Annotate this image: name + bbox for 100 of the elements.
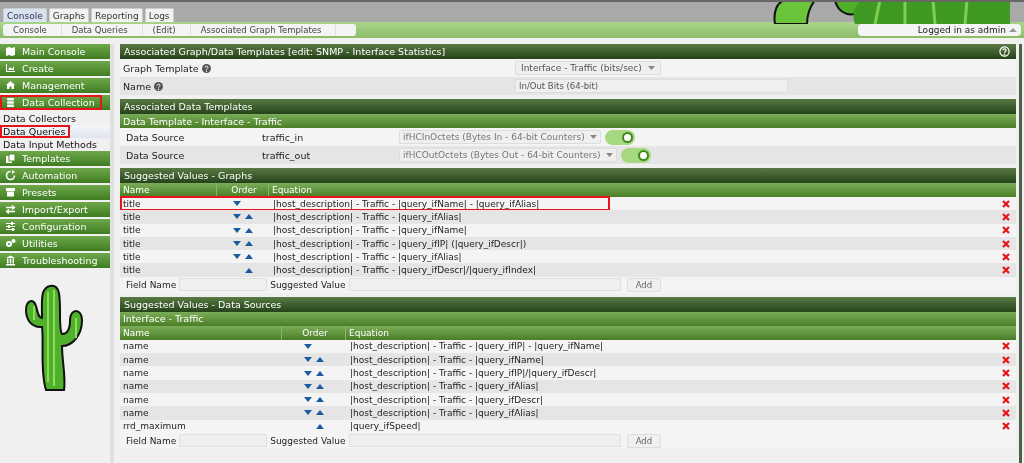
move-up-icon[interactable] [245,241,253,247]
nav-tab[interactable]: Reporting [91,8,143,22]
chart-icon [5,63,16,74]
table-cell-text: |host_description| - Traffic - |query_ifAlias| [272,211,463,222]
table-cell-text: title [122,198,142,209]
breadcrumb-link[interactable]: Data Queries [61,25,143,35]
move-up-icon[interactable] [316,410,324,416]
delete-icon[interactable] [1002,199,1010,208]
menu-section[interactable]: Configuration [0,219,110,234]
delete-icon[interactable] [1002,252,1010,261]
menu-item[interactable]: Data Queries [0,125,110,138]
move-down-icon[interactable] [233,201,241,207]
add-button[interactable]: Add [626,277,662,292]
field-label: Name [123,80,152,92]
dropdown[interactable]: ifHCOutOctets (Bytes Out - 64-bit Counters) [399,148,617,162]
toggle-switch[interactable] [604,129,635,145]
caret-icon [1009,27,1017,33]
dropdown[interactable]: ifHCInOctets (Bytes In - 64-bit Counters) [399,130,601,144]
menu-section[interactable]: Create [0,61,110,76]
table-cell-text: |host_description| - Traffic - |query_ifIP|/|query_ifDescr| [349,368,598,378]
field-label: Graph Template [123,62,199,74]
refresh-icon [5,170,16,181]
move-up-icon[interactable] [316,397,324,403]
delete-icon[interactable] [1002,408,1010,417]
move-down-icon[interactable] [304,343,312,349]
move-down-icon[interactable] [233,214,241,220]
delete-icon[interactable] [1002,369,1010,377]
table-cell-text: |host_description| - Traffic - |query_ifName| [272,225,468,236]
table-cell-text: |host_description| - Traffic - |query_ifName| [349,354,545,365]
table-cell-text: title [122,211,142,222]
move-up-icon[interactable] [316,423,324,429]
move-up-icon[interactable] [245,227,253,233]
menu-section[interactable]: Import/Export [0,202,110,217]
delete-icon[interactable] [1002,212,1010,221]
table-cell-text: |host_description| - Traffic - |query_ifDescr| [349,394,545,405]
menu-section[interactable]: Utilities [0,236,110,251]
menu-section[interactable]: Main Console [0,44,110,59]
move-down-icon[interactable] [304,410,312,416]
table-cell-text: title [122,238,142,249]
delete-icon[interactable] [1002,239,1010,248]
dropdown[interactable]: Interface - Traffic (bits/sec) [515,61,661,75]
menu-section[interactable]: Troubleshooting [0,253,110,268]
toggle-switch[interactable] [620,147,651,163]
delete-icon[interactable] [1002,266,1010,275]
move-up-icon[interactable] [316,370,324,376]
column-header: Name [120,325,282,340]
breadcrumb-link[interactable]: (Edit) [142,25,191,35]
field-label: Suggested Value [270,279,346,290]
delete-icon[interactable] [1002,355,1010,364]
column-header: Equation [271,184,312,197]
move-up-icon[interactable] [245,267,253,273]
map-icon [5,46,16,57]
delete-icon[interactable] [1002,422,1010,431]
table-cell-text: rrd_maximum [122,421,187,432]
move-down-icon[interactable] [233,241,241,247]
delete-icon[interactable] [1002,382,1010,391]
menu-section[interactable]: Data Collection [0,95,110,110]
nav-tab[interactable]: Console [3,8,47,22]
nav-tab[interactable]: Graphs [48,8,90,22]
scrollbar[interactable] [1019,44,1022,463]
menu-item[interactable]: Data Input Methods [0,138,110,151]
move-up-icon[interactable] [245,254,253,260]
column-header: Order [217,183,269,197]
user-menu[interactable]: Logged in as admin [857,24,1021,36]
delete-icon[interactable] [1002,342,1010,351]
delete-icon[interactable] [1002,395,1010,404]
archive-icon [5,187,16,198]
move-down-icon[interactable] [233,227,241,233]
move-down-icon[interactable] [304,357,312,363]
move-up-icon[interactable] [316,357,324,363]
add-button[interactable]: Add [626,433,662,448]
gears-icon [5,238,16,249]
section-title: Associated Data Templates [124,101,253,112]
menu-section[interactable]: Presets [0,185,110,200]
breadcrumb-link[interactable]: Associated Graph Templates [190,25,337,35]
move-up-icon[interactable] [316,383,324,389]
help-icon [154,81,164,91]
table-cell-text: |host_description| - Traffic - |query_ifIP| (|query_ifDescr|) [272,238,528,249]
menu-section[interactable]: Management [0,78,110,93]
table-cell-text: name [122,394,150,405]
move-down-icon[interactable] [304,397,312,403]
delete-icon[interactable] [1002,226,1010,235]
breadcrumb-link[interactable]: Console [3,25,62,35]
field-label: Data Source [125,149,186,161]
table-cell-text: name [122,341,150,352]
section-title: Suggested Values - Graphs [124,170,253,181]
help-icon [999,46,1010,57]
move-up-icon[interactable] [245,214,253,220]
move-down-icon[interactable] [304,383,312,389]
menu-item[interactable]: Data Collectors [0,112,110,125]
table-cell-text: |host_description| - Traffic - |query_ifAlias| [272,251,463,262]
move-down-icon[interactable] [304,370,312,376]
menu-section[interactable]: Automation [0,168,110,183]
table-cell-text: title [122,225,142,236]
text-input[interactable]: In/Out Bits (64-bit) [515,79,788,93]
table-cell-text: |query_ifSpeed| [349,421,422,432]
move-down-icon[interactable] [233,254,241,260]
field-label: Field Name [126,279,177,290]
nav-tab[interactable]: Logs [144,8,174,22]
menu-section[interactable]: Templates [0,151,110,166]
